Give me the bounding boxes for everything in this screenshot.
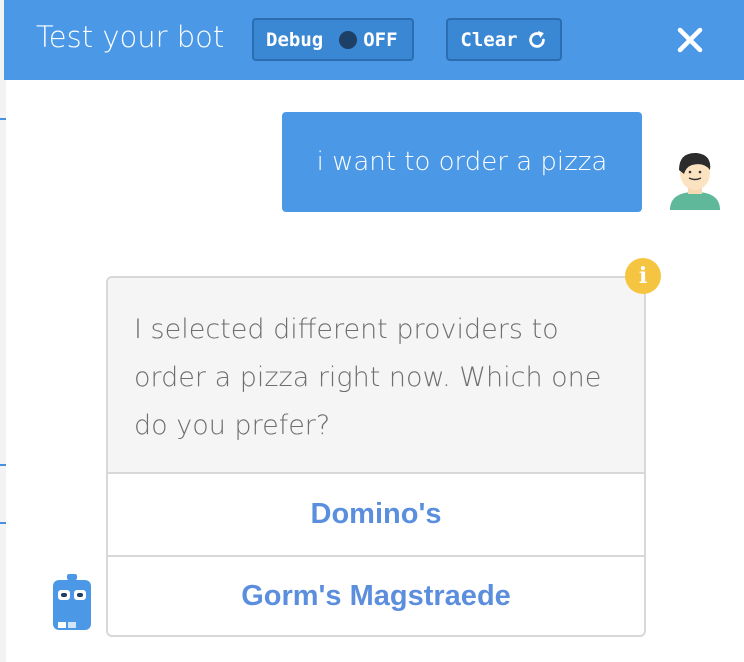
background-divider xyxy=(0,522,6,524)
background-page-edge xyxy=(0,0,6,662)
user-avatar xyxy=(670,152,720,210)
background-divider xyxy=(0,118,6,120)
bot-message-card: I selected different providers to order … xyxy=(106,276,646,637)
option-button-gorms-magstraede[interactable]: Gorm's Magstraede xyxy=(108,555,644,635)
close-icon[interactable] xyxy=(672,22,708,58)
option-button-dominos[interactable]: Domino's xyxy=(108,474,644,555)
bot-avatar xyxy=(53,574,91,630)
debug-state: OFF xyxy=(363,28,398,51)
chat-header: Test your bot Debug OFF Clear xyxy=(4,0,744,80)
user-message-text: i want to order a pizza xyxy=(316,147,608,177)
panel-title: Test your bot xyxy=(36,20,225,54)
clear-button[interactable]: Clear xyxy=(446,18,562,61)
debug-label: Debug xyxy=(266,28,324,51)
toggle-knob-icon xyxy=(339,30,358,49)
background-divider xyxy=(0,464,6,466)
clear-label: Clear xyxy=(460,28,518,51)
info-icon[interactable]: i xyxy=(625,258,661,294)
bot-message-text: I selected different providers to order … xyxy=(108,278,644,474)
refresh-icon xyxy=(528,30,545,48)
user-message-bubble: i want to order a pizza xyxy=(282,112,642,212)
debug-toggle-button[interactable]: Debug OFF xyxy=(252,18,414,61)
